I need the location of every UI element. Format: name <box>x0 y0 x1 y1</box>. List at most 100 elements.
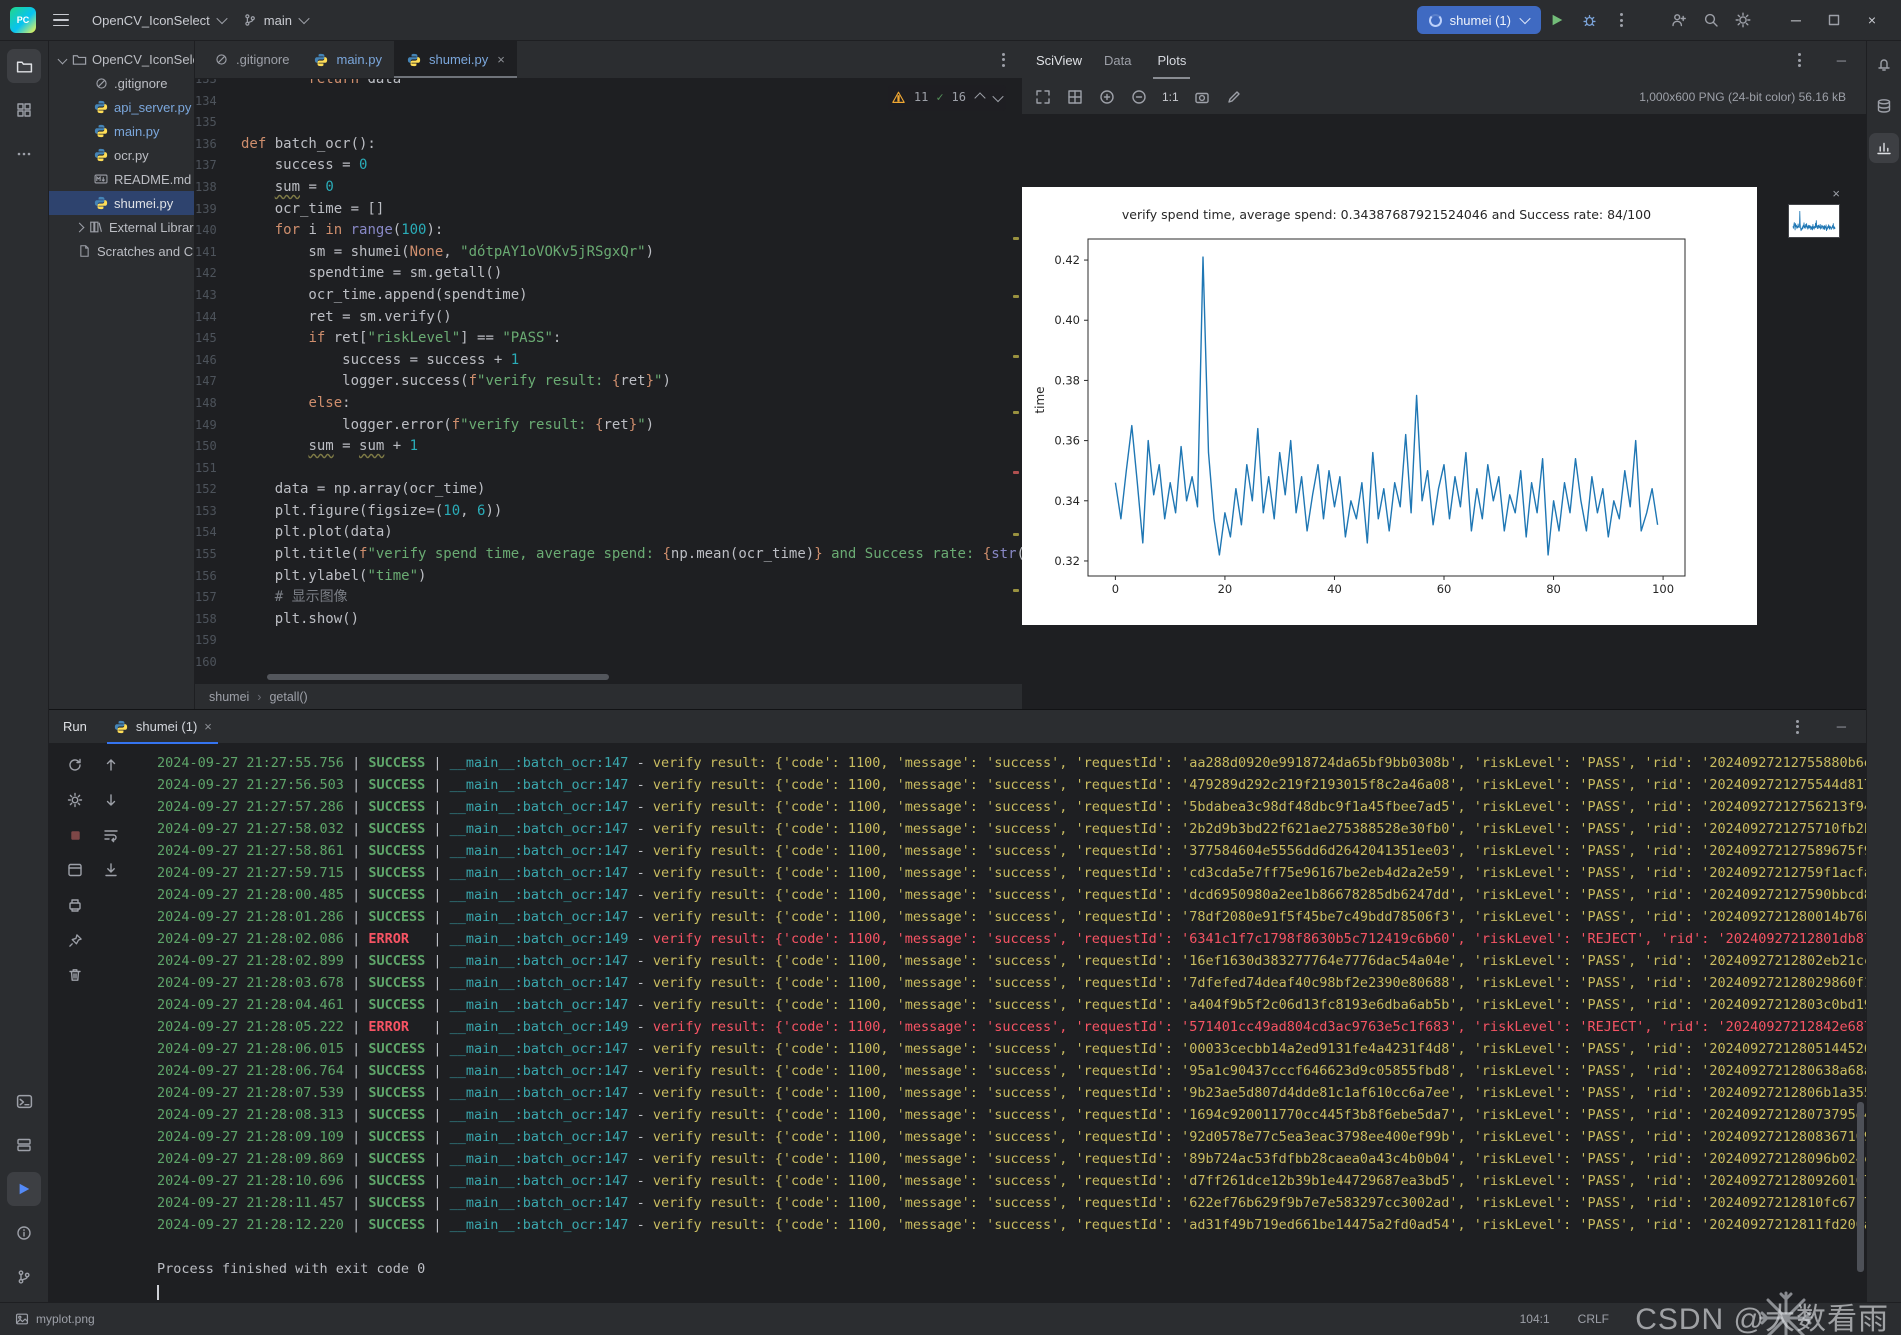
close-icon[interactable]: × <box>1832 187 1840 200</box>
notifications-button[interactable] <box>1869 49 1899 79</box>
line-number[interactable]: 146 <box>195 350 241 372</box>
database-toolwindow-button[interactable] <box>1869 91 1899 121</box>
inspection-widget[interactable]: 11 ✓ 16 <box>887 85 1006 111</box>
run-tab[interactable]: shumei (1) × <box>106 710 218 744</box>
chevron-down-icon[interactable] <box>992 90 1004 103</box>
minimize-button[interactable]: ─ <box>1777 3 1815 37</box>
zoom-out-icon[interactable] <box>1128 86 1150 108</box>
line-number[interactable]: 150 <box>195 436 241 458</box>
tab-data[interactable]: Data <box>1100 41 1135 79</box>
terminal-toolwindow-button[interactable] <box>7 1084 41 1118</box>
tree-item[interactable]: api_server.py <box>49 95 194 119</box>
run-button[interactable] <box>1541 5 1573 35</box>
stop-button[interactable] <box>62 822 88 848</box>
line-number[interactable]: 147 <box>195 371 241 393</box>
tree-item[interactable]: shumei.py <box>49 191 194 215</box>
tree-item[interactable]: .gitignore <box>49 71 194 95</box>
tab-plots[interactable]: Plots <box>1153 41 1191 79</box>
zoom-in-icon[interactable] <box>1096 86 1118 108</box>
tree-item[interactable]: Scratches and C <box>49 239 194 263</box>
project-widget[interactable]: OpenCV_IconSelect <box>84 5 234 35</box>
line-number[interactable]: 137 <box>195 155 241 177</box>
version-control-toolwindow-button[interactable] <box>7 1260 41 1294</box>
more-actions-button[interactable] <box>1605 5 1637 35</box>
line-number[interactable]: 154 <box>195 522 241 544</box>
hide-panel-button[interactable]: ─ <box>1831 719 1852 734</box>
line-number[interactable]: 148 <box>195 393 241 415</box>
services-toolwindow-button[interactable] <box>7 1128 41 1162</box>
line-ending-widget[interactable]: CRLF <box>1578 1312 1609 1326</box>
line-number[interactable]: 153 <box>195 501 241 523</box>
plot-thumbnail[interactable] <box>1788 204 1840 238</box>
line-number[interactable]: 151 <box>195 458 241 480</box>
console-scrollbar[interactable] <box>1857 1102 1864 1272</box>
line-number[interactable]: 155 <box>195 544 241 566</box>
line-number[interactable]: 156 <box>195 566 241 588</box>
chevron-up-icon[interactable] <box>974 92 986 104</box>
hide-panel-button[interactable]: ─ <box>1831 53 1852 68</box>
up-stack-button[interactable] <box>98 752 124 778</box>
run-console[interactable]: 2024-09-27 21:27:55.756 | SUCCESS | __ma… <box>157 744 1866 1302</box>
run-settings-button[interactable] <box>62 787 88 813</box>
tree-item[interactable]: README.md <box>49 167 194 191</box>
line-number[interactable]: 152 <box>195 479 241 501</box>
line-number[interactable]: 139 <box>195 199 241 221</box>
line-number[interactable]: 144 <box>195 307 241 329</box>
tree-item[interactable]: main.py <box>49 119 194 143</box>
restore-layout-button[interactable] <box>62 857 88 883</box>
chevron-right-icon[interactable] <box>74 222 85 232</box>
close-button[interactable]: × <box>1853 3 1891 37</box>
debug-button[interactable] <box>1573 5 1605 35</box>
breadcrumb-item[interactable]: shumei <box>209 690 249 704</box>
line-number[interactable]: 149 <box>195 415 241 437</box>
line-number[interactable]: 138 <box>195 177 241 199</box>
settings-button[interactable] <box>1727 5 1759 35</box>
scroll-to-end-button[interactable] <box>98 857 124 883</box>
line-number[interactable]: 142 <box>195 263 241 285</box>
line-number[interactable]: 135 <box>195 112 241 134</box>
sciview-toolwindow-button[interactable] <box>1869 133 1899 163</box>
maximize-button[interactable] <box>1815 3 1853 37</box>
rerun-button[interactable] <box>62 752 88 778</box>
tree-item[interactable]: External Librarie <box>49 215 194 239</box>
fit-zoom-icon[interactable] <box>1032 86 1054 108</box>
editor-tab-shumei-py[interactable]: shumei.py × <box>394 41 517 78</box>
more-tool-windows-button[interactable] <box>7 137 41 171</box>
line-number[interactable]: 145 <box>195 328 241 350</box>
pin-button[interactable] <box>62 927 88 953</box>
soft-wrap-button[interactable] <box>98 822 124 848</box>
project-toolwindow-button[interactable] <box>7 49 41 83</box>
close-icon[interactable]: × <box>497 52 505 67</box>
status-file-widget[interactable]: myplot.png <box>14 1312 95 1327</box>
editor-tab--gitignore[interactable]: .gitignore <box>201 41 301 78</box>
line-number[interactable]: 157 <box>195 587 241 609</box>
line-number[interactable]: 159 <box>195 630 241 652</box>
problems-toolwindow-button[interactable] <box>7 1216 41 1250</box>
screenshot-icon[interactable] <box>1191 86 1213 108</box>
search-everywhere-button[interactable] <box>1695 5 1727 35</box>
tab-options-button[interactable] <box>990 41 1022 78</box>
line-number[interactable]: 136 <box>195 134 241 156</box>
grid-icon[interactable] <box>1064 86 1086 108</box>
line-number[interactable]: 158 <box>195 609 241 631</box>
run-configuration-selector[interactable]: shumei (1) <box>1416 6 1541 34</box>
run-options-button[interactable] <box>1785 719 1811 734</box>
line-number[interactable]: 134 <box>195 91 241 113</box>
tree-root[interactable]: OpenCV_IconSele <box>49 47 194 71</box>
vcs-widget[interactable]: main <box>234 5 316 35</box>
line-number[interactable]: 141 <box>195 242 241 264</box>
line-number[interactable]: 140 <box>195 220 241 242</box>
sciview-options-button[interactable] <box>1787 53 1813 67</box>
line-number[interactable]: 143 <box>195 285 241 307</box>
clear-all-button[interactable] <box>62 962 88 988</box>
tree-item[interactable]: ocr.py <box>49 143 194 167</box>
caret-position-widget[interactable]: 104:1 <box>1520 1312 1550 1326</box>
line-number[interactable]: 133 <box>195 79 241 91</box>
edit-pencil-icon[interactable] <box>1223 86 1245 108</box>
down-stack-button[interactable] <box>98 787 124 813</box>
editor-tab-main-py[interactable]: main.py <box>301 41 394 78</box>
commit-toolwindow-button[interactable] <box>7 93 41 127</box>
close-icon[interactable]: × <box>204 719 212 734</box>
horizontal-scrollbar[interactable] <box>267 674 609 680</box>
plot-figure[interactable]: verify spend time, average spend: 0.3438… <box>1022 187 1757 625</box>
